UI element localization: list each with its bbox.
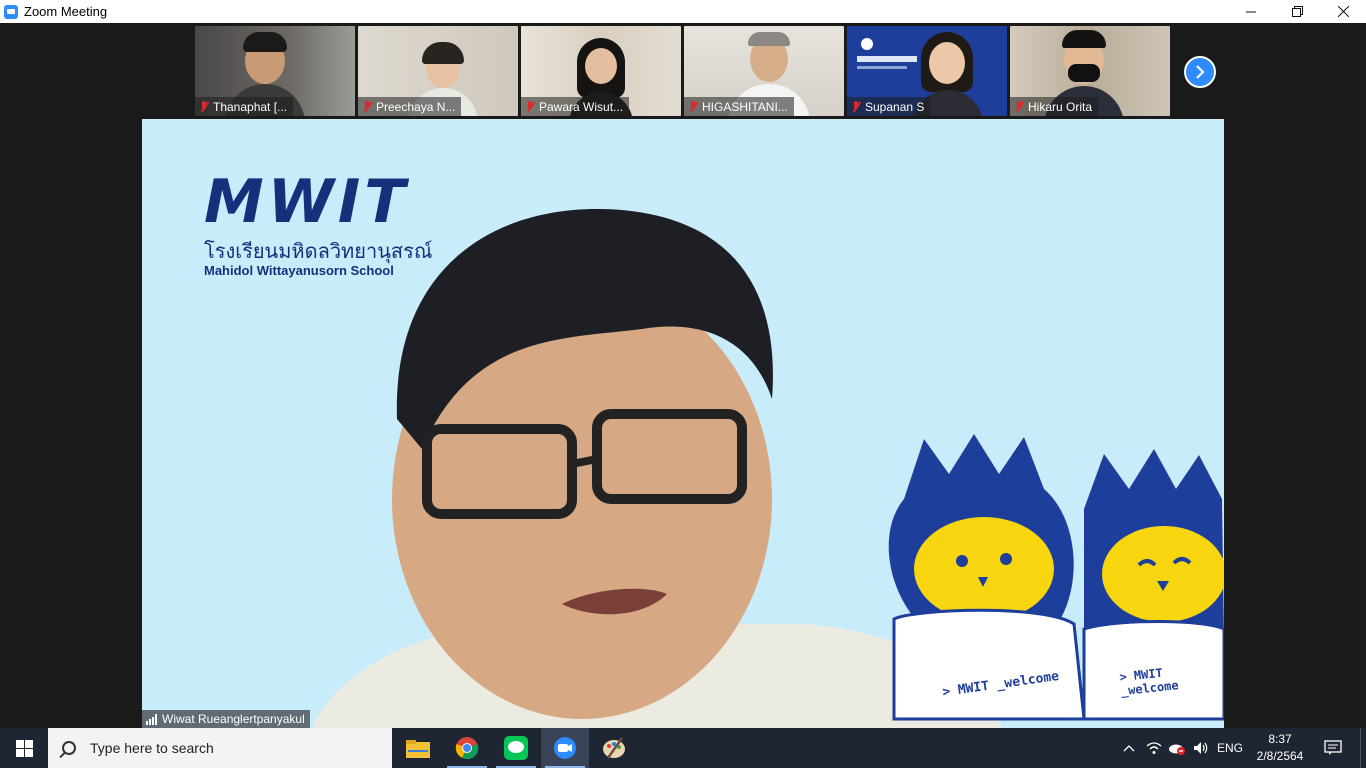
search-placeholder: Type here to search bbox=[90, 740, 214, 756]
chrome-icon bbox=[455, 737, 479, 760]
folder-icon bbox=[406, 740, 430, 758]
participant-name: Hikaru Orita bbox=[1028, 99, 1093, 114]
active-speaker-namebar: Wiwat Rueanglertpanyakul bbox=[142, 710, 310, 728]
muted-mic-icon bbox=[851, 100, 861, 113]
line-button[interactable] bbox=[492, 728, 540, 768]
clock-time: 8:37 bbox=[1268, 732, 1292, 746]
show-hidden-icons-button[interactable] bbox=[1118, 728, 1140, 768]
chevron-right-icon bbox=[1196, 65, 1205, 79]
participant-name: Supanan S bbox=[865, 99, 925, 114]
participant-namebar: HIGASHITANI... bbox=[684, 97, 794, 116]
participant-hair bbox=[243, 32, 287, 52]
zoom-button[interactable] bbox=[541, 728, 589, 768]
network-button[interactable] bbox=[1144, 728, 1164, 768]
taskbar-clock[interactable]: 8:37 2/8/2564 bbox=[1250, 731, 1310, 765]
line-icon bbox=[504, 736, 528, 760]
wifi-icon bbox=[1146, 742, 1162, 754]
participant-face-front bbox=[585, 48, 617, 84]
minimize-icon bbox=[1246, 11, 1256, 12]
close-button[interactable] bbox=[1320, 0, 1366, 23]
chevron-up-icon bbox=[1123, 745, 1135, 752]
muted-mic-icon bbox=[199, 100, 209, 113]
close-icon bbox=[1337, 6, 1349, 17]
muted-mic-icon bbox=[525, 100, 535, 113]
school-emblem-icon bbox=[861, 38, 873, 50]
participant-namebar: Supanan S bbox=[847, 97, 931, 116]
participant-namebar: Preechaya N... bbox=[358, 97, 462, 116]
window-titlebar: Zoom Meeting bbox=[0, 0, 1366, 23]
active-speaker-video[interactable]: MWIT โรงเรียนมหิดลวิทยานุสรณ์ Mahidol Wi… bbox=[142, 119, 1224, 728]
participant-name: Pawara Wisut... bbox=[539, 99, 624, 114]
mascot-2-face bbox=[1102, 526, 1224, 622]
chrome-button[interactable] bbox=[443, 728, 491, 768]
zoom-icon bbox=[554, 737, 576, 759]
participant-face-front bbox=[929, 42, 965, 84]
notification-icon bbox=[1324, 740, 1342, 755]
participant-namebar: Hikaru Orita bbox=[1010, 97, 1099, 116]
restore-icon bbox=[1291, 6, 1303, 17]
paint-button[interactable] bbox=[590, 728, 638, 768]
volume-button[interactable] bbox=[1190, 728, 1212, 768]
participant-hair bbox=[1062, 30, 1106, 48]
windows-taskbar: Type here to search ENG 8:37 2/8/2564 bbox=[0, 728, 1366, 768]
muted-mic-icon bbox=[362, 100, 372, 113]
window-title: Zoom Meeting bbox=[24, 4, 108, 19]
cloud-status-button[interactable] bbox=[1166, 728, 1188, 768]
search-icon bbox=[62, 741, 76, 755]
taskbar-search-box[interactable]: Type here to search bbox=[48, 728, 392, 768]
participant-tile[interactable]: Supanan S bbox=[847, 26, 1007, 116]
muted-mic-icon bbox=[1014, 100, 1024, 113]
participant-hair bbox=[422, 42, 464, 64]
muted-mic-icon bbox=[688, 100, 698, 113]
mascot-1-face bbox=[914, 517, 1054, 621]
face-mask bbox=[1068, 64, 1100, 82]
file-explorer-button[interactable] bbox=[394, 728, 442, 768]
participant-tile[interactable]: Pawara Wisut... bbox=[521, 26, 681, 116]
zoom-app-icon bbox=[4, 4, 18, 19]
start-button[interactable] bbox=[0, 728, 48, 768]
school-banner-line bbox=[857, 56, 917, 62]
participant-tile[interactable]: Preechaya N... bbox=[358, 26, 518, 116]
participant-namebar: Thanaphat [... bbox=[195, 97, 294, 116]
participant-name: Preechaya N... bbox=[376, 99, 456, 114]
next-page-button[interactable] bbox=[1184, 56, 1216, 88]
participant-namebar: Pawara Wisut... bbox=[521, 97, 630, 116]
restore-button[interactable] bbox=[1274, 0, 1320, 23]
show-desktop-button[interactable] bbox=[1360, 728, 1366, 768]
participant-tile[interactable]: HIGASHITANI... bbox=[684, 26, 844, 116]
minimize-button[interactable] bbox=[1228, 0, 1274, 23]
cloud-error-icon bbox=[1169, 744, 1185, 755]
action-center-button[interactable] bbox=[1318, 728, 1348, 768]
paint-palette-icon bbox=[603, 737, 625, 759]
meeting-area: Thanaphat [... Preechaya N... Pawara Wis… bbox=[0, 23, 1366, 728]
school-banner-line bbox=[857, 66, 907, 69]
participant-name: Thanaphat [... bbox=[213, 99, 288, 114]
language-indicator[interactable]: ENG bbox=[1214, 728, 1246, 768]
participant-tile[interactable]: Thanaphat [... bbox=[195, 26, 355, 116]
mascot-1-body bbox=[892, 608, 1086, 721]
participant-hair bbox=[748, 32, 790, 46]
clock-date: 2/8/2564 bbox=[1256, 749, 1304, 763]
active-speaker-name: Wiwat Rueanglertpanyakul bbox=[162, 712, 305, 726]
participant-tile[interactable]: Hikaru Orita bbox=[1010, 26, 1170, 116]
windows-logo-icon bbox=[15, 739, 33, 757]
signal-strength-icon bbox=[146, 713, 157, 725]
participant-name: HIGASHITANI... bbox=[702, 99, 788, 114]
speaker-volume-icon bbox=[1194, 742, 1208, 754]
